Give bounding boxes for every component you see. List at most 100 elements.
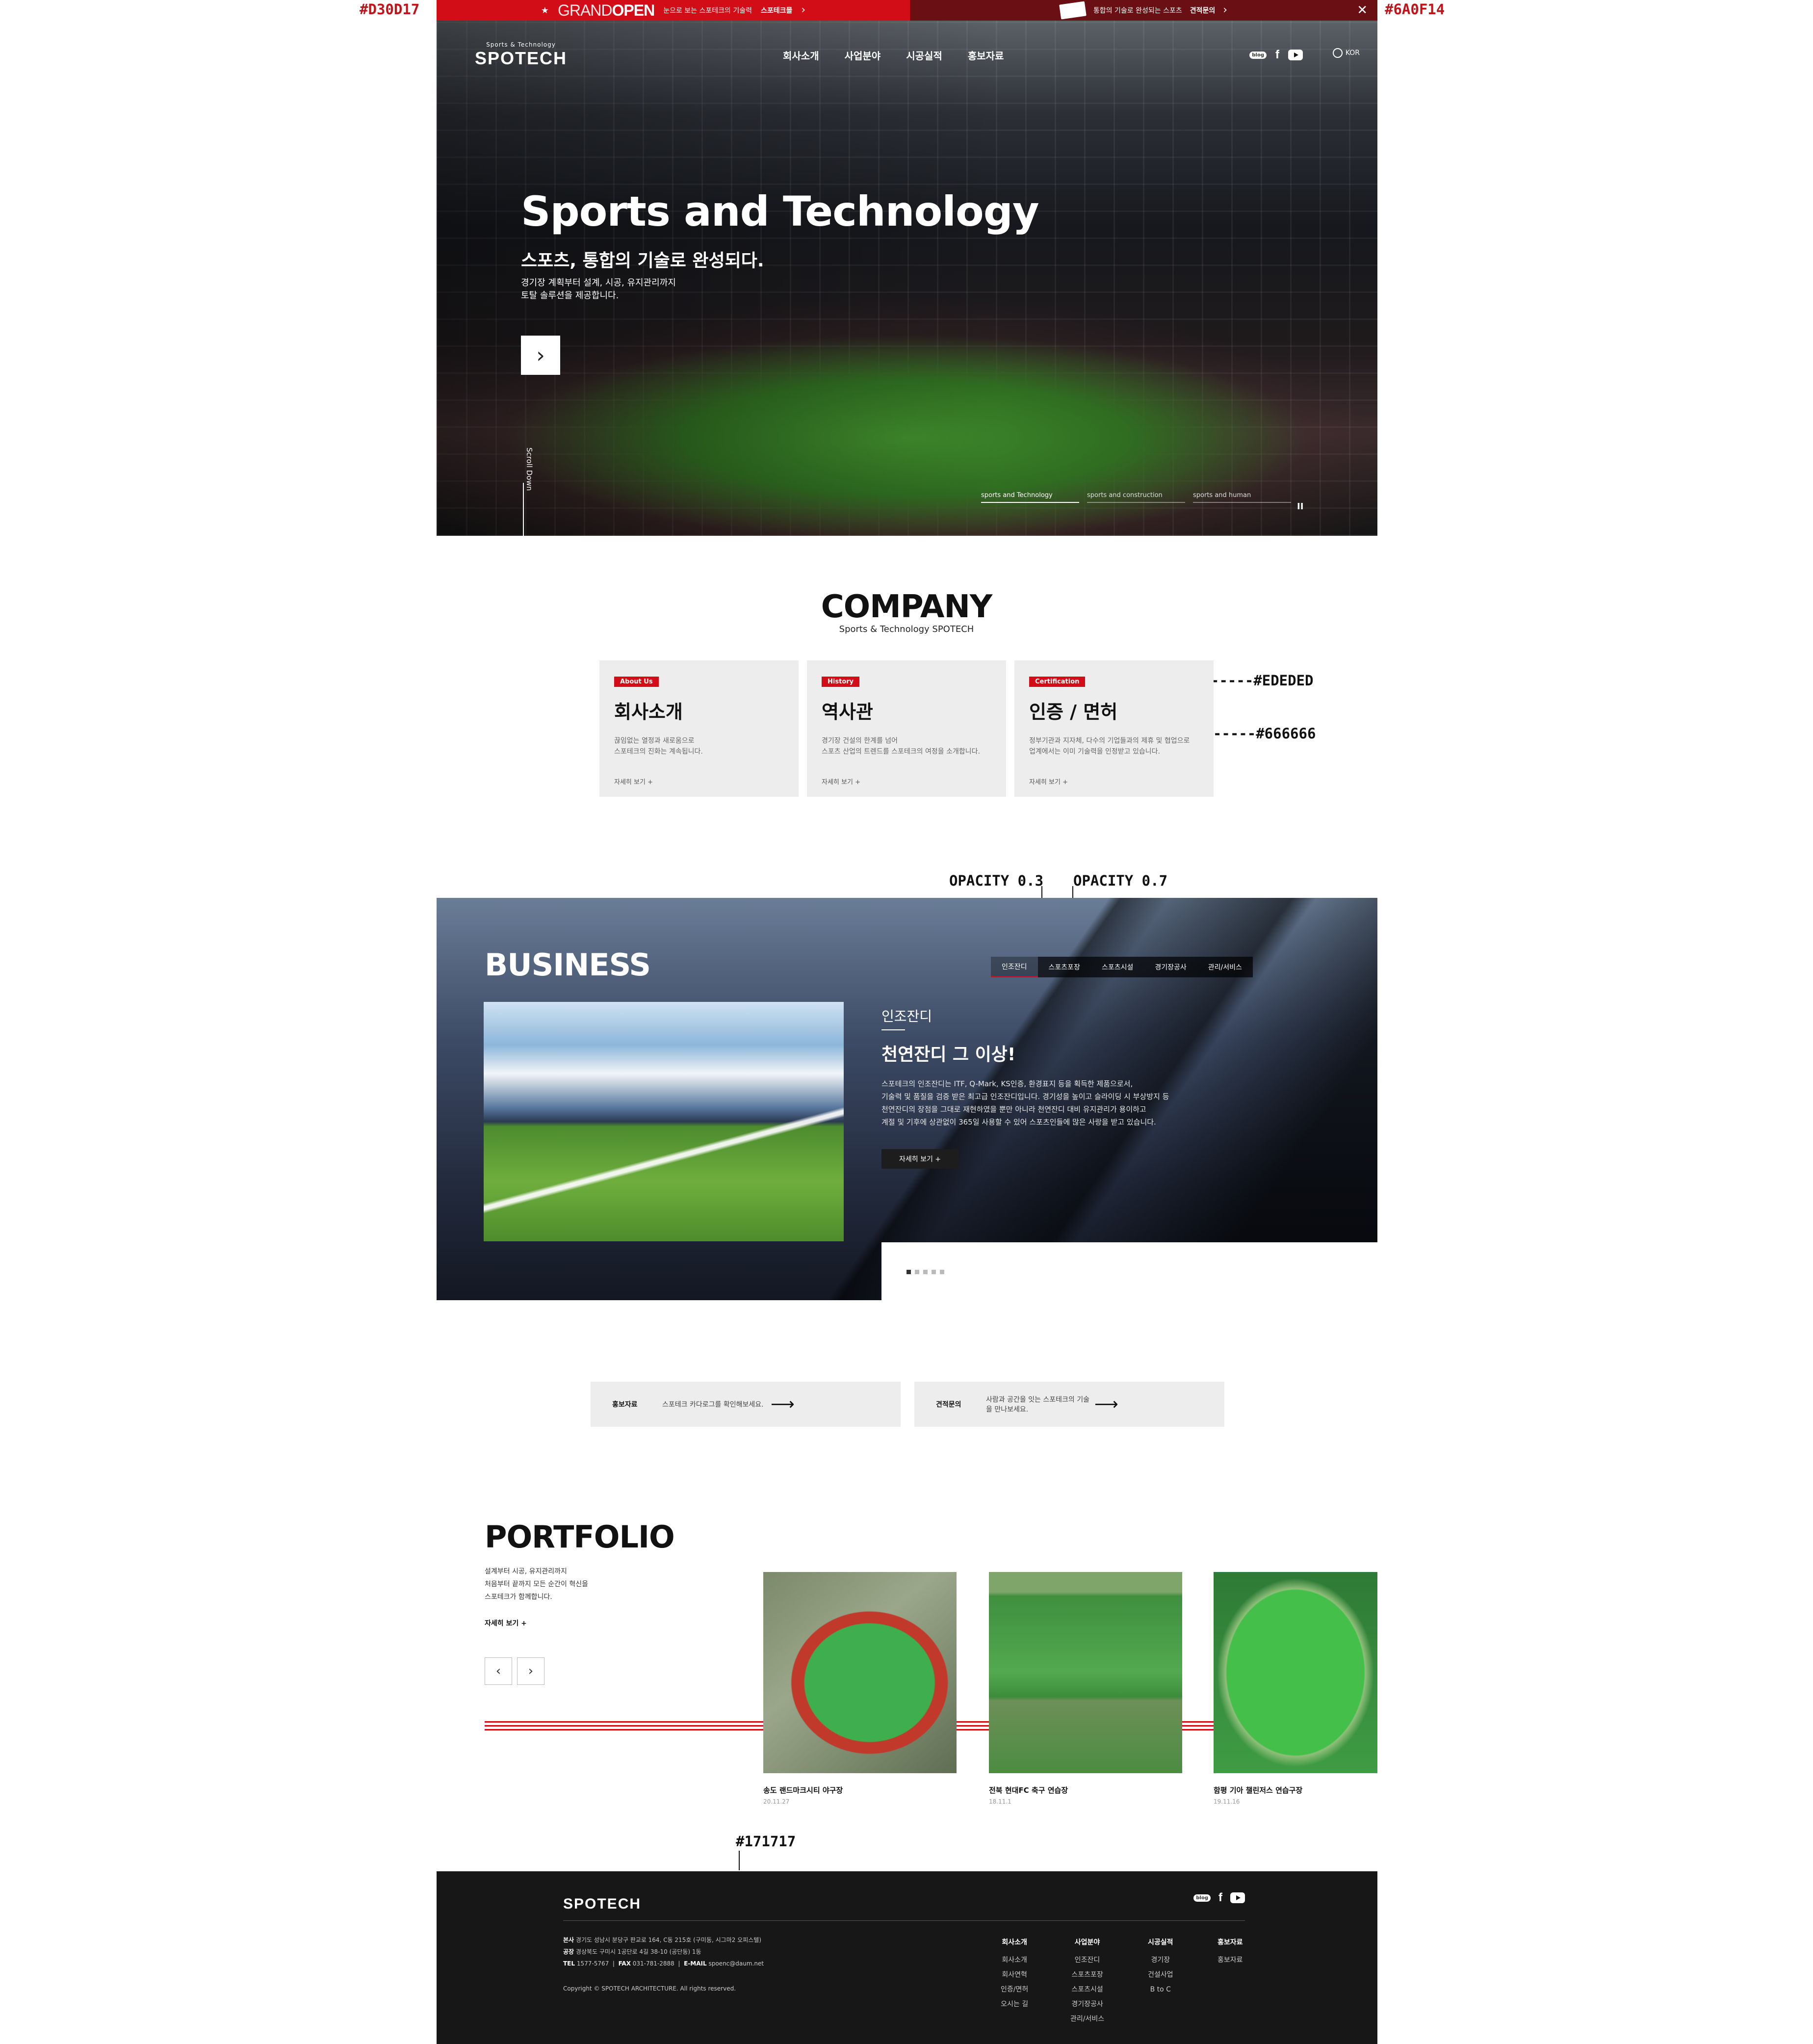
document-icon: [1059, 1, 1087, 20]
portfolio-item-name: 함평 기아 챌린저스 연습구장: [1214, 1786, 1303, 1795]
slider-dot[interactable]: [915, 1270, 919, 1274]
card-badge: About Us: [614, 677, 659, 687]
hero-title: Sports and Technology: [521, 187, 1039, 236]
blog-icon[interactable]: blog: [1249, 51, 1267, 59]
hero-subtitle: 스포츠, 통합의 기술로 완성되다.: [521, 251, 764, 271]
company-card-history[interactable]: History 역사관 경기장 건설의 한계를 넘어 스포츠 산업의 트렌드를 스…: [807, 660, 1006, 797]
facebook-icon[interactable]: f: [1275, 48, 1279, 62]
tab-sports-paving[interactable]: 스포츠포장: [1037, 957, 1091, 977]
card-desc: 경기장 건설의 한계를 넘어 스포츠 산업의 트렌드를 스포테크의 여정을 소개합…: [822, 737, 980, 756]
arrow-right-icon: ⟶: [1094, 1394, 1118, 1414]
card-desc: 정부기관과 지자체, 다수의 기업들과의 제휴 및 협업으로 업계에서는 이미 기…: [1029, 737, 1190, 756]
portfolio-item[interactable]: 송도 랜드마크시티 야구장 20.11.27: [763, 1572, 957, 1805]
card-more-link[interactable]: 자세히 보기 +: [822, 777, 991, 786]
slider-dot[interactable]: [940, 1270, 944, 1274]
business-more-button[interactable]: 자세히 보기 +: [881, 1149, 959, 1169]
company-title: COMPANY: [821, 589, 993, 625]
annotation-line: [739, 1851, 740, 1870]
portfolio-more-link[interactable]: 자세히 보기 +: [485, 1618, 527, 1628]
promo-banner-right[interactable]: 통합의 기술로 완성되는 스포츠 견적문의 › ✕: [910, 0, 1377, 21]
annotation-tab-active: OPACITY 0.3: [949, 872, 1044, 889]
grand-open-logo: GRANDOPEN: [557, 1, 655, 19]
tab-management-service[interactable]: 관리/서비스: [1197, 957, 1253, 977]
promo-link-mall[interactable]: 스포테크몰: [761, 5, 792, 15]
scroll-down-label[interactable]: Scroll Down: [525, 447, 534, 491]
portfolio-item-date: 20.11.27: [763, 1798, 790, 1805]
portfolio-image: [1214, 1572, 1377, 1773]
portfolio-item-date: 18.11.1: [989, 1798, 1011, 1805]
business-title: BUSINESS: [485, 947, 651, 983]
hero-description: 경기장 계획부터 설계, 시공, 유지관리까지 토탈 솔루션을 제공합니다.: [521, 278, 676, 301]
portfolio-item-name: 전북 현대FC 축구 연습장: [989, 1786, 1068, 1795]
tab-artificial-turf[interactable]: 인조잔디: [991, 957, 1038, 977]
portfolio-item-date: 19.11.16: [1214, 1798, 1240, 1805]
annotation-tab-inactive: OPACITY 0.7: [1073, 872, 1168, 889]
blog-icon[interactable]: blog: [1193, 1894, 1211, 1902]
promo-banner-left[interactable]: ★ GRANDOPEN 눈으로 보는 스포테크의 기술력 스포테크몰 ›: [437, 0, 910, 21]
annotation-left-color: #D30D17: [360, 1, 420, 18]
facebook-icon[interactable]: f: [1218, 1891, 1222, 1905]
link-label: 홍보자료: [612, 1401, 638, 1409]
company-card-certification[interactable]: Certification 인증 / 면허 정부기관과 지자체, 다수의 기업들…: [1014, 660, 1214, 797]
close-icon[interactable]: ✕: [1357, 3, 1368, 18]
footer-logo[interactable]: SPOTECH: [563, 1896, 641, 1913]
language-selector[interactable]: KOR: [1332, 48, 1360, 58]
main-nav: Sports & Technology SPOTECH 회사소개 사업분야 시공…: [437, 38, 1377, 68]
social-links: blog f: [1249, 48, 1303, 62]
youtube-icon[interactable]: [1230, 1892, 1245, 1903]
estimate-link-box[interactable]: 견적문의 사람과 공간을 잇는 스포테크의 기술을 만나보세요. ⟶: [914, 1382, 1224, 1427]
slider-dot[interactable]: [906, 1270, 911, 1274]
card-title: 회사소개: [614, 701, 683, 723]
card-more-link[interactable]: 자세히 보기 +: [1029, 777, 1199, 786]
business-headline: 천연잔디 그 이상!: [881, 1045, 1016, 1065]
portfolio-item[interactable]: 함평 기아 챌린저스 연습구장 19.11.16: [1214, 1572, 1377, 1805]
card-title: 인증 / 면허: [1029, 701, 1118, 723]
slider-dot[interactable]: [923, 1270, 928, 1274]
tab-stadium-construction[interactable]: 경기장공사: [1144, 957, 1197, 977]
portfolio-title: PORTFOLIO: [485, 1519, 675, 1555]
tab-sports-facilities[interactable]: 스포츠시설: [1090, 957, 1144, 977]
promo-text-left: 눈으로 보는 스포테크의 기술력: [663, 7, 752, 15]
link-text: 스포테크 카다로그를 확인해보세요.: [662, 1401, 764, 1409]
slider-dot[interactable]: [932, 1270, 936, 1274]
portfolio-prev-button[interactable]: ‹: [485, 1657, 512, 1685]
footer-col-business: 사업분야 인조잔디 스포츠포장 스포츠시설 경기장공사 관리/서비스: [1070, 1939, 1105, 2023]
business-section: BUSINESS 인조잔디 스포츠포장 스포츠시설 경기장공사 관리/서비스 인…: [437, 898, 1377, 1300]
slide-tab-2[interactable]: sports and construction: [1087, 492, 1185, 503]
annotation-right-color: #6A0F14: [1385, 1, 1445, 18]
business-pagination-area: [881, 1242, 1377, 1300]
menu-item-company[interactable]: 회사소개: [783, 48, 819, 62]
slide-tab-1[interactable]: sports and Technology: [981, 492, 1079, 503]
divider: [881, 1029, 905, 1030]
promo-text-right: 통합의 기술로 완성되는 스포츠: [1093, 7, 1182, 15]
card-more-link[interactable]: 자세히 보기 +: [614, 777, 784, 786]
menu-item-pr[interactable]: 홍보자료: [968, 48, 1004, 62]
star-icon: ★: [541, 5, 549, 16]
link-text: 사람과 공간을 잇는 스포테크의 기술을 만나보세요.: [986, 1396, 1089, 1414]
globe-icon: [1332, 48, 1343, 58]
youtube-icon[interactable]: [1288, 50, 1303, 60]
footer-social-links: blog f: [1193, 1891, 1245, 1905]
menu-item-business[interactable]: 사업분야: [845, 48, 881, 62]
logo[interactable]: Sports & Technology SPOTECH: [475, 41, 567, 69]
menu-item-portfolio[interactable]: 시공실적: [906, 48, 942, 62]
slide-tab-3[interactable]: sports and human: [1193, 492, 1291, 503]
footer-col-company: 회사소개 회사소개 회사연혁 인증/면허 오시는 길: [1001, 1939, 1029, 2008]
card-badge: History: [822, 677, 860, 687]
portfolio-image: [763, 1572, 957, 1773]
chevron-right-icon: ›: [801, 4, 806, 16]
promo-link-estimate[interactable]: 견적문의: [1190, 5, 1216, 15]
pause-icon[interactable]: II: [1297, 501, 1303, 512]
portfolio-next-button[interactable]: ›: [517, 1657, 544, 1685]
card-badge: Certification: [1029, 677, 1086, 687]
business-body: 스포테크의 인조잔디는 ITF, Q-Mark, KS인증, 환경표지 등을 획…: [881, 1079, 1169, 1127]
footer-company-info: 본사 경기도 성남시 분당구 판교로 164, C동 215호 (구미동, 시그…: [563, 1937, 764, 1967]
portfolio-item-name: 송도 랜드마크시티 야구장: [763, 1786, 843, 1795]
scroll-line: [523, 483, 524, 536]
pr-link-box[interactable]: 홍보자료 스포테크 카다로그를 확인해보세요. ⟶: [591, 1382, 901, 1427]
hero-next-button[interactable]: ›: [521, 336, 560, 375]
business-photo: [484, 1002, 844, 1241]
company-card-about[interactable]: About Us 회사소개 끊임없는 열정과 새로움으로 스포테크의 진화는 계속…: [599, 660, 799, 797]
portfolio-item[interactable]: 전북 현대FC 축구 연습장 18.11.1: [989, 1572, 1182, 1805]
annotation-card-bg: -----#EDEDED: [1211, 672, 1314, 689]
